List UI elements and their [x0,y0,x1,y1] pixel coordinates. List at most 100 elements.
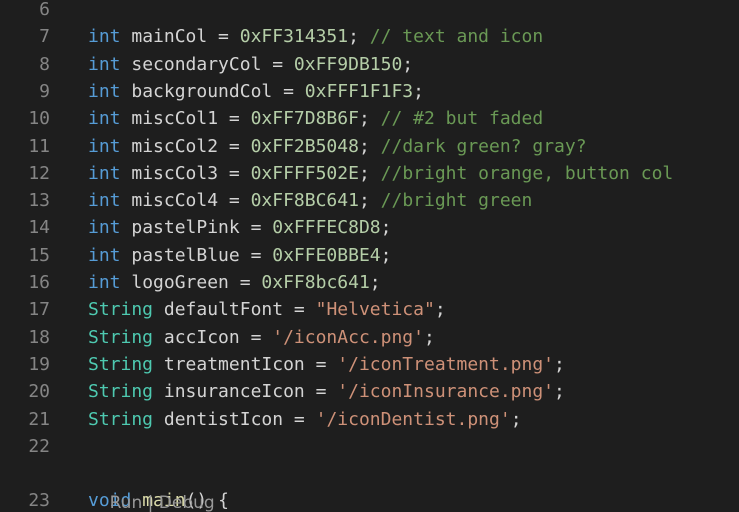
run-codelens-link[interactable]: Run [110,493,143,512]
line-number: 13 [28,190,50,212]
code-token-num: 0xFFFEC8D8 [272,217,381,239]
line-number: 14 [28,217,50,239]
line-code: int backgroundCol = 0xFFF1F1F3; [88,78,424,105]
code-line[interactable]: 17 String defaultFont = "Helvetica"; [0,296,739,323]
code-token-op: = [239,326,273,348]
code-line[interactable]: 7 int mainCol = 0xFF314351; // text and i… [0,23,739,50]
code-line[interactable]: 13 int miscCol4 = 0xFF8BC641; //bright gr… [0,187,739,214]
line-number: 10 [28,108,50,130]
code-line[interactable]: 15 int pastelBlue = 0xFFE0BBE4; [0,242,739,269]
line-code: int pastelPink = 0xFFFEC8D8; [88,214,391,241]
code-line[interactable]: 12 int miscCol3 = 0xFFFF502E; //bright or… [0,160,739,187]
code-line[interactable]: 16 int logoGreen = 0xFF8bc641; [0,269,739,296]
code-editor[interactable]: 6 7 int mainCol = 0xFF314351; // text and … [0,0,739,512]
code-token-var [153,409,164,430]
code-token-op: = [207,26,240,48]
line-code: int logoGreen = 0xFF8bc641; [88,269,381,296]
line-number: 22 [28,435,50,457]
code-token-var: backgroundCol [131,80,273,102]
code-token-type: int [88,80,121,102]
code-token-class: String [88,299,154,321]
code-token-type: int [88,272,121,293]
code-token-op: = [304,353,338,375]
code-line[interactable]: 21 String dentistIcon = '/iconDentist.png… [0,406,739,433]
code-token-var [121,136,132,157]
code-token-str: '/iconInsurance.png' [337,381,555,403]
line-code: int miscCol4 = 0xFF8BC641; //bright gree… [88,187,532,214]
code-line[interactable]: 19 String treatmentIcon = '/iconTreatment… [0,351,739,378]
code-token-str: '/iconAcc.png' [272,326,424,348]
code-token-var [153,354,164,375]
code-token-op: = [283,299,316,321]
code-token-punc: ; [413,80,424,102]
code-token-num: 0xFF7D8B6F [250,108,359,130]
code-line[interactable]: 6 [0,0,739,23]
line-number: 17 [28,299,50,321]
code-token-class: String [88,353,154,375]
code-token-var [121,81,132,102]
code-token-op: = [218,190,251,212]
code-token-cmt: //bright green [380,190,533,212]
code-token-num: 0xFF8BC641 [250,190,359,212]
line-code: int miscCol3 = 0xFFFF502E; //bright oran… [88,160,673,187]
line-number: 21 [28,408,50,430]
code-line[interactable]: 20 String insuranceIcon = '/iconInsurance… [0,378,739,405]
line-code: String dentistIcon = '/iconDentist.png'; [88,406,522,433]
code-token-type: int [88,26,121,48]
code-token-num: 0xFF314351 [239,26,349,48]
code-token-var [370,190,381,211]
code-token-class: String [88,326,154,348]
code-token-punc: ; [434,299,446,321]
code-line[interactable]: 18 String accIcon = '/iconAcc.png'; [0,324,739,351]
line-number: 20 [28,381,50,403]
code-token-op: = [218,108,251,130]
code-token-var: logoGreen [131,272,229,293]
code-token-var [121,217,132,238]
code-token-type: int [88,108,121,130]
line-code: int miscCol1 = 0xFF7D8B6F; // #2 but fad… [88,105,543,132]
code-line[interactable]: 10 int miscCol1 = 0xFF7D8B6F; // #2 but f… [0,105,739,132]
code-token-punc: ; [380,217,392,239]
code-token-var [121,190,132,211]
code-token-punc: ; [369,272,381,293]
debug-codelens-link[interactable]: Debug [159,493,215,512]
code-line[interactable]: 14 int pastelPink = 0xFFFEC8D8; [0,214,739,241]
code-token-var [121,245,132,266]
code-token-type: int [88,244,121,266]
line-code: String treatmentIcon = '/iconTreatment.p… [88,351,565,378]
code-token-var [121,26,132,47]
line-code: String insuranceIcon = '/iconInsurance.p… [88,378,565,405]
code-token-var: accIcon [163,326,240,348]
code-token-var [121,272,132,293]
code-token-punc: ; [554,381,565,403]
code-token-punc: ; [358,108,370,130]
code-token-str: "Helvetica" [315,299,435,321]
code-line[interactable]: 11 int miscCol2 = 0xFF2B5048; //dark gree… [0,133,739,160]
code-token-var: miscCol3 [131,162,219,184]
line-number: 19 [28,353,50,375]
code-token-type: int [88,190,121,212]
code-token-var: miscCol2 [131,135,219,157]
code-token-var [370,108,381,129]
line-number: 18 [28,326,50,348]
code-line[interactable]: 22 [0,433,739,460]
code-token-punc: ; [510,408,522,430]
code-token-type: int [88,135,121,157]
line-number: 6 [39,0,50,20]
code-line[interactable]: 8 int secondaryCol = 0xFF9DB150; [0,51,739,78]
code-token-var: miscCol4 [131,190,219,212]
line-code: int miscCol2 = 0xFF2B5048; //dark green?… [88,133,587,160]
code-token-punc: ; [402,53,414,75]
codelens-separator: | [142,493,159,512]
code-token-var [153,327,164,348]
code-token-num: 0xFFF1F1F3 [304,80,414,102]
code-token-op: = [272,80,305,102]
code-token-op: = [283,408,316,430]
line-number: 9 [39,80,50,102]
code-token-op: = [218,162,251,184]
code-token-op: = [261,53,294,75]
code-line[interactable]: 9 int backgroundCol = 0xFFF1F1F3; [0,78,739,105]
line-number: 7 [39,26,50,48]
code-token-type: int [88,162,121,184]
code-token-var: miscCol1 [131,108,219,130]
